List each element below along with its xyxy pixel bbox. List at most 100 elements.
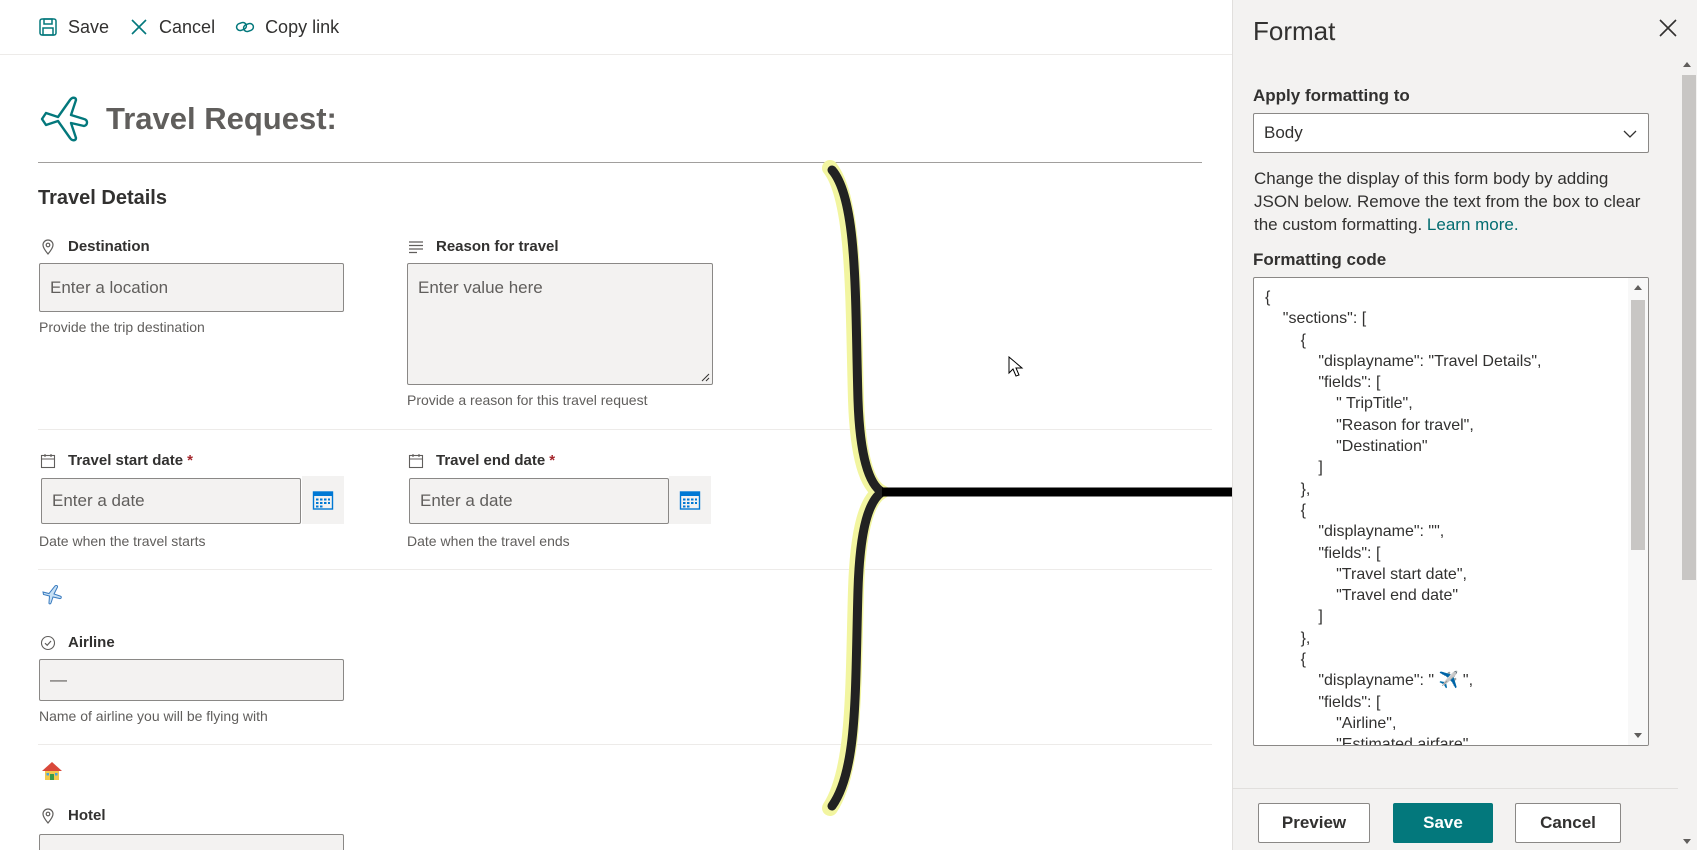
start-date-placeholder: Enter a date (52, 491, 145, 510)
end-date-input[interactable]: Enter a date (409, 478, 669, 524)
section-divider (38, 744, 1212, 745)
code-scrollbar-thumb[interactable] (1631, 300, 1645, 550)
hotel-label-text: Hotel (68, 807, 106, 824)
format-panel: Format Apply formatting to Body Change t… (1232, 0, 1697, 850)
location-pin-icon (42, 238, 54, 255)
panel-title: Format (1253, 16, 1336, 46)
calendar-outline-icon (40, 453, 56, 468)
copy-link-command-label: Copy link (265, 16, 340, 37)
end-date-placeholder: Enter a date (420, 491, 513, 510)
end-date-picker-button[interactable] (669, 476, 711, 524)
code-line: ] (1265, 608, 1323, 626)
code-line: { (1265, 651, 1306, 669)
hotel-input[interactable] (39, 834, 344, 850)
scroll-up-arrow-icon[interactable] (1634, 285, 1642, 290)
close-panel-icon[interactable] (1657, 17, 1679, 39)
save-command-label: Save (68, 16, 110, 37)
header-divider (38, 162, 1202, 163)
start-date-help: Date when the travel starts (39, 533, 206, 549)
airline-dropdown[interactable]: — (39, 659, 344, 701)
save-command[interactable]: Save (38, 7, 109, 47)
section-divider (38, 429, 1212, 430)
code-line: "displayname": " ✈️ ", (1265, 672, 1474, 690)
required-marker: * (549, 452, 556, 469)
calendar-outline-icon (408, 453, 424, 468)
airline-label-text: Airline (68, 634, 115, 651)
airline-value: — (50, 670, 67, 689)
save-icon (39, 18, 57, 36)
start-date-label-text: Travel start date (68, 452, 184, 469)
code-line: " TripTitle", (1265, 395, 1413, 413)
reason-textarea[interactable]: Enter value here (407, 263, 713, 385)
start-date-input[interactable]: Enter a date (41, 478, 301, 524)
code-line: ] (1265, 459, 1323, 477)
cancel-command-label: Cancel (159, 16, 216, 37)
code-line: "Airline", (1265, 714, 1397, 732)
end-date-help: Date when the travel ends (407, 533, 570, 549)
destination-placeholder: Enter a location (50, 277, 169, 297)
calendar-icon (312, 491, 334, 510)
reason-label: Reason for travel (408, 238, 559, 255)
section-title-travel-details: Travel Details (38, 187, 167, 209)
formatting-code-editor[interactable]: { "sections": [ { "displayname": "Travel… (1253, 277, 1649, 746)
airline-label: Airline (40, 634, 115, 651)
reason-placeholder: Enter value here (418, 278, 543, 297)
end-date-label-text: Travel end date (436, 452, 546, 469)
required-marker: * (187, 452, 193, 469)
cancel-command[interactable]: Cancel (129, 7, 215, 47)
code-line: "displayname": "Travel Details", (1265, 352, 1542, 370)
hotel-emoji-icon (42, 762, 62, 780)
airplane-icon (40, 96, 89, 142)
panel-description: Change the display of this form body by … (1254, 167, 1649, 236)
preview-button[interactable]: Preview (1258, 803, 1370, 843)
form-body: Travel Request: Travel Details Destinati… (0, 56, 1232, 850)
reason-label-text: Reason for travel (436, 238, 559, 255)
code-line: "fields": [ (1265, 693, 1381, 711)
code-line: "sections": [ (1265, 310, 1367, 328)
destination-label: Destination (40, 238, 150, 255)
code-line: "Reason for travel", (1265, 416, 1474, 434)
code-line: "Travel end date" (1265, 587, 1459, 605)
destination-label-text: Destination (68, 238, 150, 255)
apply-formatting-value: Body (1264, 123, 1303, 142)
destination-help: Provide the trip destination (39, 319, 205, 335)
airline-help: Name of airline you will be flying with (39, 708, 268, 724)
link-icon (235, 21, 255, 33)
resize-grip-icon[interactable] (700, 372, 710, 382)
code-line: }, (1265, 480, 1311, 498)
form-header: Travel Request: (38, 92, 337, 146)
calendar-icon (679, 491, 701, 510)
panel-save-button[interactable]: Save (1393, 803, 1493, 843)
hotel-label: Hotel (40, 807, 106, 824)
location-pin-icon (42, 807, 54, 824)
start-date-picker-button[interactable] (302, 476, 344, 524)
copy-link-command[interactable]: Copy link (235, 7, 339, 47)
destination-input[interactable]: Enter a location (39, 263, 344, 312)
code-line: "displayname": "", (1265, 523, 1445, 541)
code-line: "Travel start date", (1265, 565, 1467, 583)
formatting-code-text: { "sections": [ { "displayname": "Travel… (1265, 287, 1542, 746)
reason-help: Provide a reason for this travel request (407, 392, 648, 408)
scroll-down-arrow-icon[interactable] (1683, 839, 1691, 844)
section-divider (38, 569, 1212, 570)
chevron-down-icon (1623, 130, 1637, 138)
panel-scrollbar-thumb[interactable] (1682, 75, 1696, 580)
scroll-up-arrow-icon[interactable] (1683, 62, 1691, 67)
command-bar: Save Cancel Copy link (0, 0, 1232, 55)
airplane-emoji-icon (42, 584, 62, 605)
scroll-down-arrow-icon[interactable] (1634, 733, 1642, 738)
choice-check-icon (40, 635, 56, 650)
formatting-code-label: Formatting code (1253, 250, 1387, 269)
code-line: { (1265, 501, 1306, 519)
form-title: Travel Request: (106, 101, 337, 136)
apply-formatting-dropdown[interactable]: Body (1253, 113, 1649, 153)
learn-more-link[interactable]: Learn more. (1427, 215, 1519, 234)
code-line: "fields": [ (1265, 374, 1381, 392)
panel-cancel-button[interactable]: Cancel (1515, 803, 1621, 843)
code-scrollbar[interactable] (1628, 278, 1648, 745)
code-line: "Destination" (1265, 438, 1428, 456)
code-line: { (1265, 289, 1271, 306)
code-line: "Estimated airfare" (1265, 736, 1469, 746)
close-icon (131, 19, 147, 35)
end-date-label: Travel end date * (408, 452, 555, 469)
